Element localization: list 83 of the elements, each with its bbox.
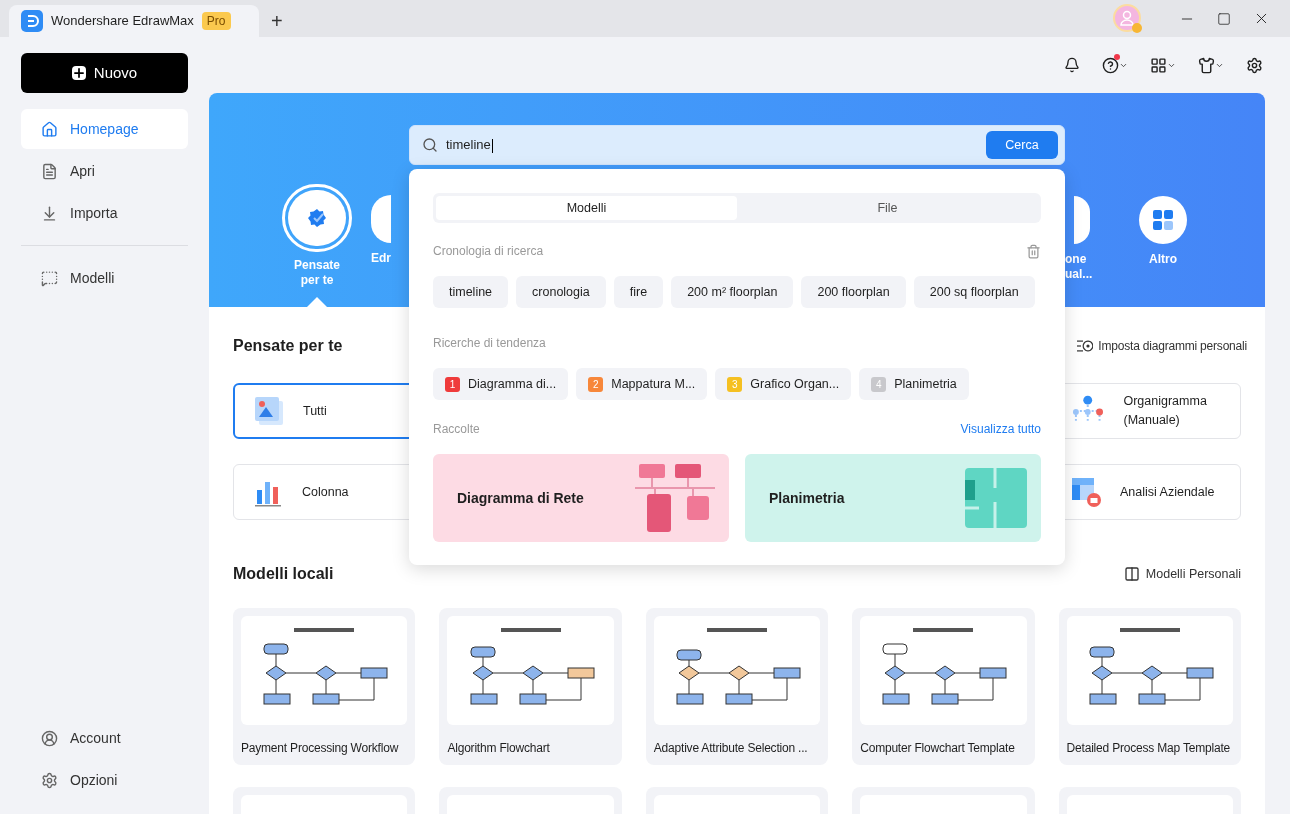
- rank-badge: 3: [727, 376, 743, 392]
- settings-icon[interactable]: [1246, 56, 1263, 74]
- search-button[interactable]: Cerca: [986, 131, 1058, 159]
- template-title: Detailed Process Map Template: [1066, 740, 1231, 757]
- template-title: Adaptive Attribute Selection ...: [653, 740, 809, 757]
- template-card[interactable]: Adaptive Attribute Selection ...: [645, 608, 829, 765]
- history-chip[interactable]: 200 floorplan: [801, 276, 906, 308]
- grid-icon: [1152, 209, 1174, 231]
- category-label: Edr: [371, 251, 391, 266]
- sidebar-item[interactable]: Importa: [21, 193, 188, 233]
- search-field[interactable]: timeline Cerca: [409, 125, 1065, 165]
- history-chip[interactable]: 200 m² floorplan: [671, 276, 794, 308]
- sidebar-item[interactable]: Opzioni: [21, 760, 188, 800]
- import-icon: [41, 204, 58, 222]
- search-icon: [422, 137, 438, 153]
- history-chip[interactable]: fire: [613, 276, 664, 308]
- file-icon: [41, 162, 58, 180]
- help-icon[interactable]: [1102, 56, 1119, 74]
- floorplan-illustration: [965, 468, 1027, 528]
- search-value: timeline: [446, 136, 494, 155]
- category-button[interactable]: [1074, 196, 1090, 244]
- trending-chip[interactable]: 3 Grafico Organ...: [715, 368, 852, 400]
- sidebar-item[interactable]: Account: [21, 718, 188, 758]
- notification-icon[interactable]: [1064, 57, 1080, 73]
- template-card[interactable]: Computer Flowchart Template: [852, 608, 1035, 765]
- category-label: one ual...: [1065, 252, 1094, 282]
- templates-icon: [41, 269, 58, 287]
- app-name: Wondershare EdrawMax: [51, 12, 194, 31]
- delete-icon[interactable]: [1026, 243, 1041, 259]
- history-chip[interactable]: cronologia: [516, 276, 606, 308]
- collection-card[interactable]: Diagramma di Rete: [433, 454, 729, 542]
- app-tab[interactable]: Wondershare EdrawMax Pro: [9, 5, 259, 37]
- template-card[interactable]: Payment Processing Workflow: [233, 608, 416, 765]
- rank-badge: 2: [588, 376, 604, 392]
- history-chip[interactable]: timeline: [433, 276, 509, 308]
- new-button[interactable]: Nuovo: [21, 53, 188, 93]
- account-icon: [41, 729, 58, 747]
- history-title: Cronologia di ricerca: [433, 243, 544, 260]
- section-title: Pensate per te: [233, 336, 343, 356]
- template-title: Payment Processing Workflow: [241, 740, 400, 757]
- layout-icon: [1123, 566, 1140, 582]
- personal-templates-link[interactable]: Modelli Personali: [1123, 564, 1241, 584]
- category-label: Altro: [1149, 252, 1177, 267]
- images-icon: [253, 395, 285, 427]
- sidebar-item[interactable]: Apri: [21, 151, 188, 191]
- home-icon: [41, 120, 58, 138]
- trending-label: Diagramma di...: [468, 375, 557, 393]
- rank-badge: 1: [445, 376, 460, 392]
- plus-icon: [71, 66, 86, 80]
- settings-view-icon: [1077, 340, 1094, 352]
- dropdown-tab[interactable]: File: [737, 196, 1038, 220]
- section-title: Modelli locali: [233, 564, 334, 584]
- template-card[interactable]: Algorithm Flowchart: [439, 608, 622, 765]
- template-card[interactable]: Detailed Process Map Template: [1058, 608, 1241, 765]
- new-tab-button[interactable]: +: [259, 5, 295, 37]
- personal-diagrams-link[interactable]: Imposta diagrammi personali: [1077, 337, 1247, 355]
- collections-title: Raccolte: [433, 421, 480, 438]
- badge-icon: [307, 208, 327, 228]
- trending-label: Grafico Organ...: [750, 375, 840, 393]
- theme-icon[interactable]: [1198, 56, 1215, 74]
- business-chart-icon: [1070, 476, 1102, 508]
- category-label: Pensate per te: [293, 258, 341, 288]
- sidebar-item[interactable]: Homepage: [21, 109, 188, 149]
- app-logo-icon: [21, 10, 43, 32]
- category-button[interactable]: [1139, 196, 1187, 244]
- sidebar-item[interactable]: Modelli: [21, 258, 188, 298]
- history-chip[interactable]: 200 sq floorplan: [913, 276, 1035, 308]
- pro-badge: Pro: [201, 12, 231, 30]
- template-title: Algorithm Flowchart: [447, 740, 551, 757]
- view-all-link[interactable]: Visualizza tutto: [960, 420, 1041, 438]
- trending-chip[interactable]: 1 Diagramma di...: [433, 368, 569, 400]
- category-button[interactable]: [371, 195, 391, 243]
- dropdown-tab[interactable]: Modelli: [436, 196, 737, 220]
- trending-chip[interactable]: 2 Mappatura M...: [576, 368, 708, 400]
- maximize-icon[interactable]: [1217, 11, 1231, 26]
- trending-title: Ricerche di tendenza: [433, 335, 547, 352]
- apps-icon[interactable]: [1150, 56, 1167, 74]
- trending-label: Planimetria: [894, 375, 957, 393]
- collection-card[interactable]: Planimetria: [745, 454, 1041, 542]
- template-title: Computer Flowchart Template: [860, 740, 1016, 757]
- trending-label: Mappatura M...: [611, 375, 696, 393]
- options-icon: [41, 771, 58, 789]
- selection-pointer: [307, 297, 327, 307]
